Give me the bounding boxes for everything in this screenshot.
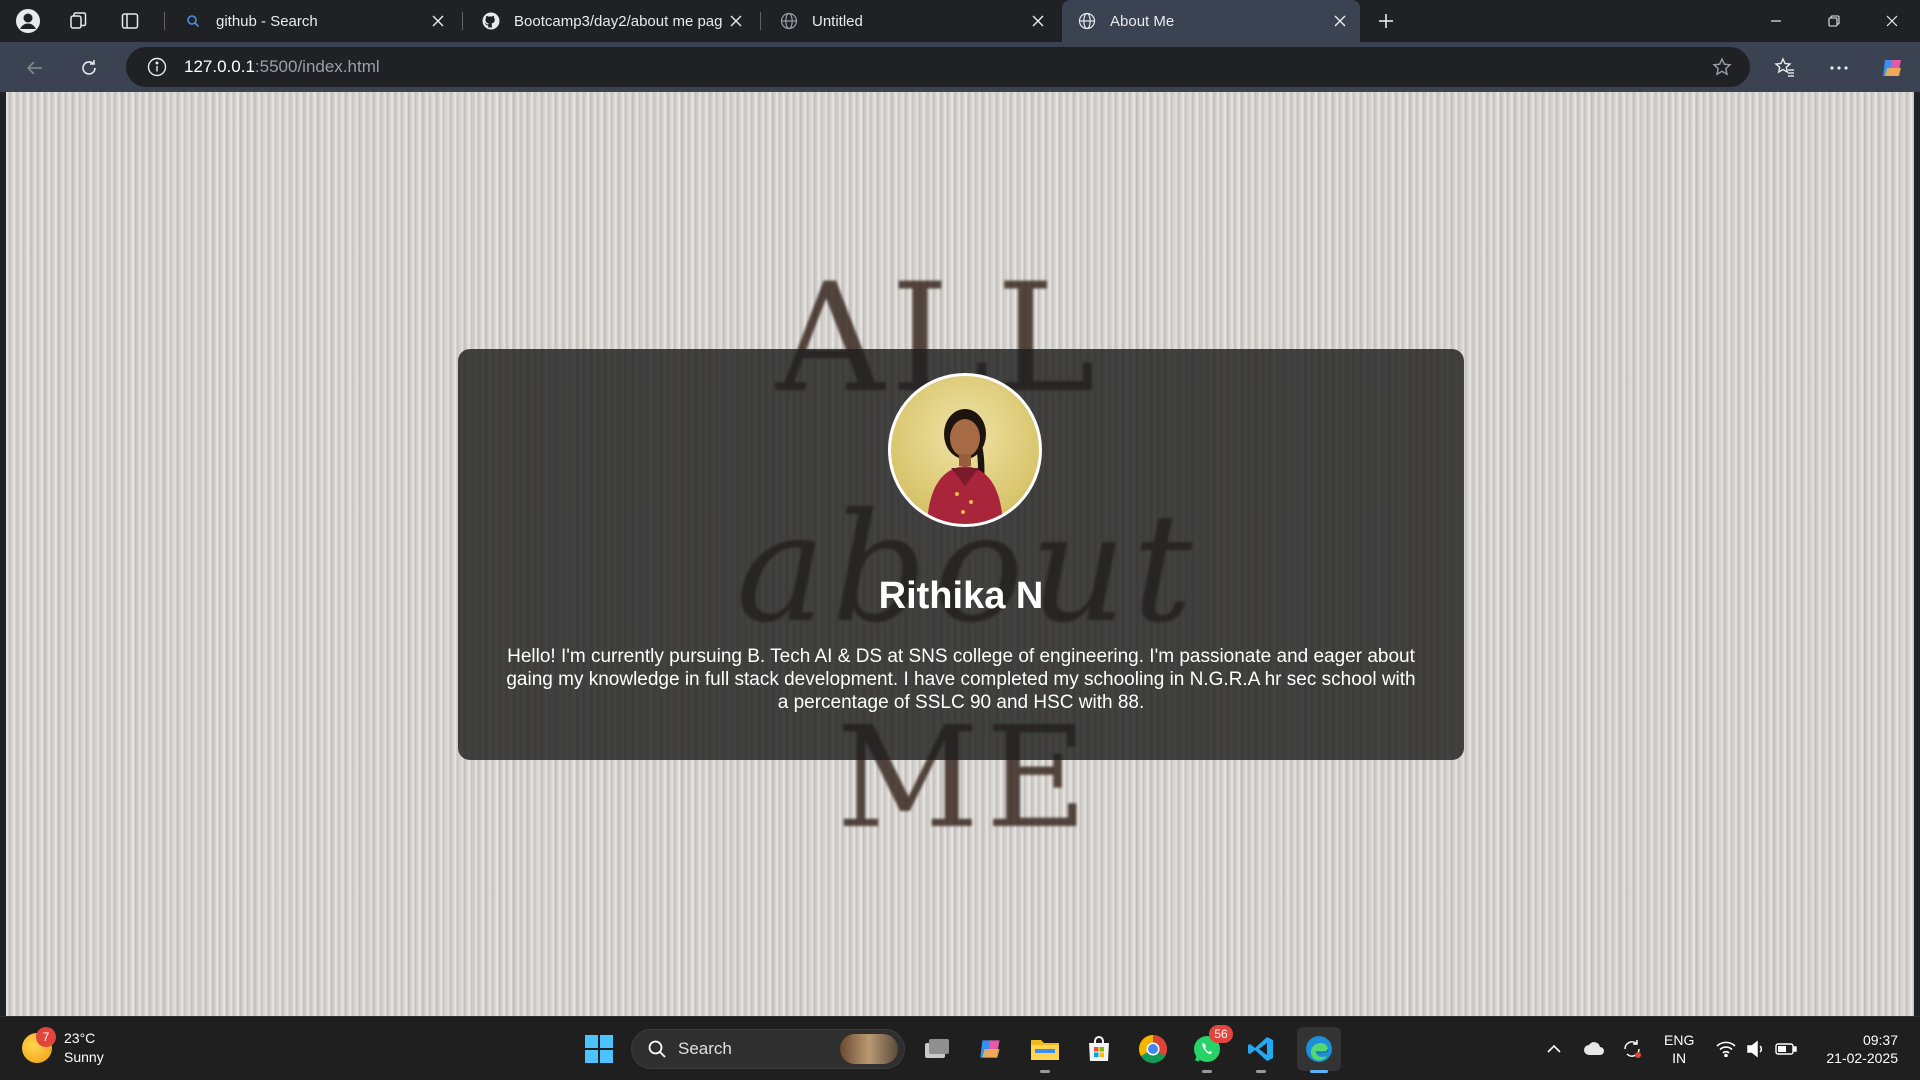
tab-untitled[interactable]: Untitled	[764, 0, 1058, 42]
tab-github-search[interactable]: github - Search	[168, 0, 458, 42]
tab-label: Bootcamp3/day2/about me page	[514, 12, 722, 30]
address-bar[interactable]: 127.0.0.1:5500/index.html	[126, 47, 1750, 87]
tab-label: About Me	[1110, 12, 1175, 30]
restore-icon[interactable]	[1806, 0, 1862, 42]
sunny-icon: 7	[22, 1027, 56, 1063]
new-tab-icon[interactable]	[1370, 5, 1402, 37]
clock-time: 09:37	[1862, 1032, 1898, 1048]
url-text: 127.0.0.1:5500/index.html	[184, 57, 380, 77]
profile-photo	[888, 373, 1042, 527]
close-tab-icon[interactable]	[722, 7, 750, 35]
search-label: Search	[678, 1039, 732, 1058]
favorites-icon[interactable]	[1768, 51, 1802, 85]
clock-date: 21-02-2025	[1826, 1050, 1898, 1066]
start-windows-icon[interactable]	[584, 1034, 614, 1064]
copilot-icon[interactable]	[1876, 51, 1910, 85]
globe-icon	[780, 12, 798, 30]
globe-icon	[1078, 12, 1096, 30]
tab-separator	[164, 12, 165, 30]
close-tab-icon[interactable]	[1326, 7, 1354, 35]
tab-about-me[interactable]: About Me	[1062, 0, 1360, 42]
site-info-icon[interactable]	[146, 56, 168, 78]
tab-label: Untitled	[812, 12, 863, 30]
tab-label: github - Search	[216, 12, 318, 30]
close-window-icon[interactable]	[1864, 0, 1920, 42]
tab-separator	[462, 12, 463, 30]
search-icon	[184, 12, 202, 30]
wifi-icon[interactable]	[1714, 1037, 1738, 1061]
url-path: :5500/index.html	[254, 57, 380, 76]
battery-icon[interactable]	[1774, 1037, 1798, 1061]
whatsapp-icon[interactable]: 56	[1185, 1025, 1233, 1073]
weather-widget[interactable]: 7 23°C Sunny	[22, 1027, 104, 1067]
sync-icon[interactable]	[1620, 1037, 1644, 1061]
task-view-icon[interactable]	[915, 1027, 959, 1071]
weather-description: Sunny	[64, 1049, 104, 1065]
profile-name: Rithika N	[878, 575, 1044, 617]
workspaces-icon[interactable]	[62, 5, 94, 37]
search-highlight-image	[840, 1034, 898, 1064]
onedrive-cloud-icon[interactable]	[1582, 1037, 1606, 1061]
system-clock[interactable]: 09:37 21-02-2025	[1810, 1031, 1898, 1067]
microsoft-store-icon[interactable]	[1077, 1027, 1121, 1071]
browser-toolbar: 127.0.0.1:5500/index.html	[0, 42, 1920, 92]
more-options-icon[interactable]	[1822, 51, 1856, 85]
language-indicator[interactable]: ENG IN	[1664, 1031, 1694, 1067]
minimize-icon[interactable]	[1748, 0, 1804, 42]
page-viewport: ALL about ME Rithika N Hello! I'm curren…	[6, 92, 1914, 1016]
back-icon[interactable]	[18, 51, 52, 85]
tab-separator	[760, 12, 761, 30]
file-explorer-icon[interactable]	[1023, 1027, 1067, 1073]
tab-actions-icon[interactable]	[114, 5, 146, 37]
close-tab-icon[interactable]	[1024, 7, 1052, 35]
favorite-star-icon[interactable]	[1710, 55, 1734, 79]
language-code: ENG	[1664, 1032, 1695, 1048]
weather-badge: 7	[36, 1027, 56, 1047]
region-code: IN	[1672, 1050, 1687, 1066]
search-icon	[646, 1038, 668, 1060]
weather-temperature: 23°C	[64, 1030, 96, 1046]
chrome-icon[interactable]	[1131, 1027, 1175, 1071]
profile-bio: Hello! I'm currently pursuing B. Tech AI…	[506, 646, 1416, 713]
volume-icon[interactable]	[1744, 1037, 1768, 1061]
close-tab-icon[interactable]	[424, 7, 452, 35]
tab-strip: github - Search Bootcamp3/day2/about me …	[0, 0, 1920, 42]
url-host: 127.0.0.1	[184, 57, 255, 76]
whatsapp-unread-badge: 56	[1209, 1025, 1233, 1043]
edge-icon[interactable]	[1297, 1027, 1341, 1073]
github-icon	[482, 12, 500, 30]
taskbar: 7 23°C Sunny Search 56 ENG IN 09:37 21-0…	[0, 1016, 1920, 1080]
copilot-app-icon[interactable]	[969, 1027, 1013, 1071]
chevron-up-icon[interactable]	[1542, 1037, 1566, 1061]
reload-icon[interactable]	[72, 51, 106, 85]
profile-icon[interactable]	[12, 5, 44, 37]
taskbar-search-box[interactable]: Search	[631, 1029, 905, 1069]
about-card: Rithika N Hello! I'm currently pursuing …	[458, 349, 1464, 760]
vscode-icon[interactable]	[1239, 1027, 1283, 1073]
tab-bootcamp-repo[interactable]: Bootcamp3/day2/about me page	[466, 0, 756, 42]
